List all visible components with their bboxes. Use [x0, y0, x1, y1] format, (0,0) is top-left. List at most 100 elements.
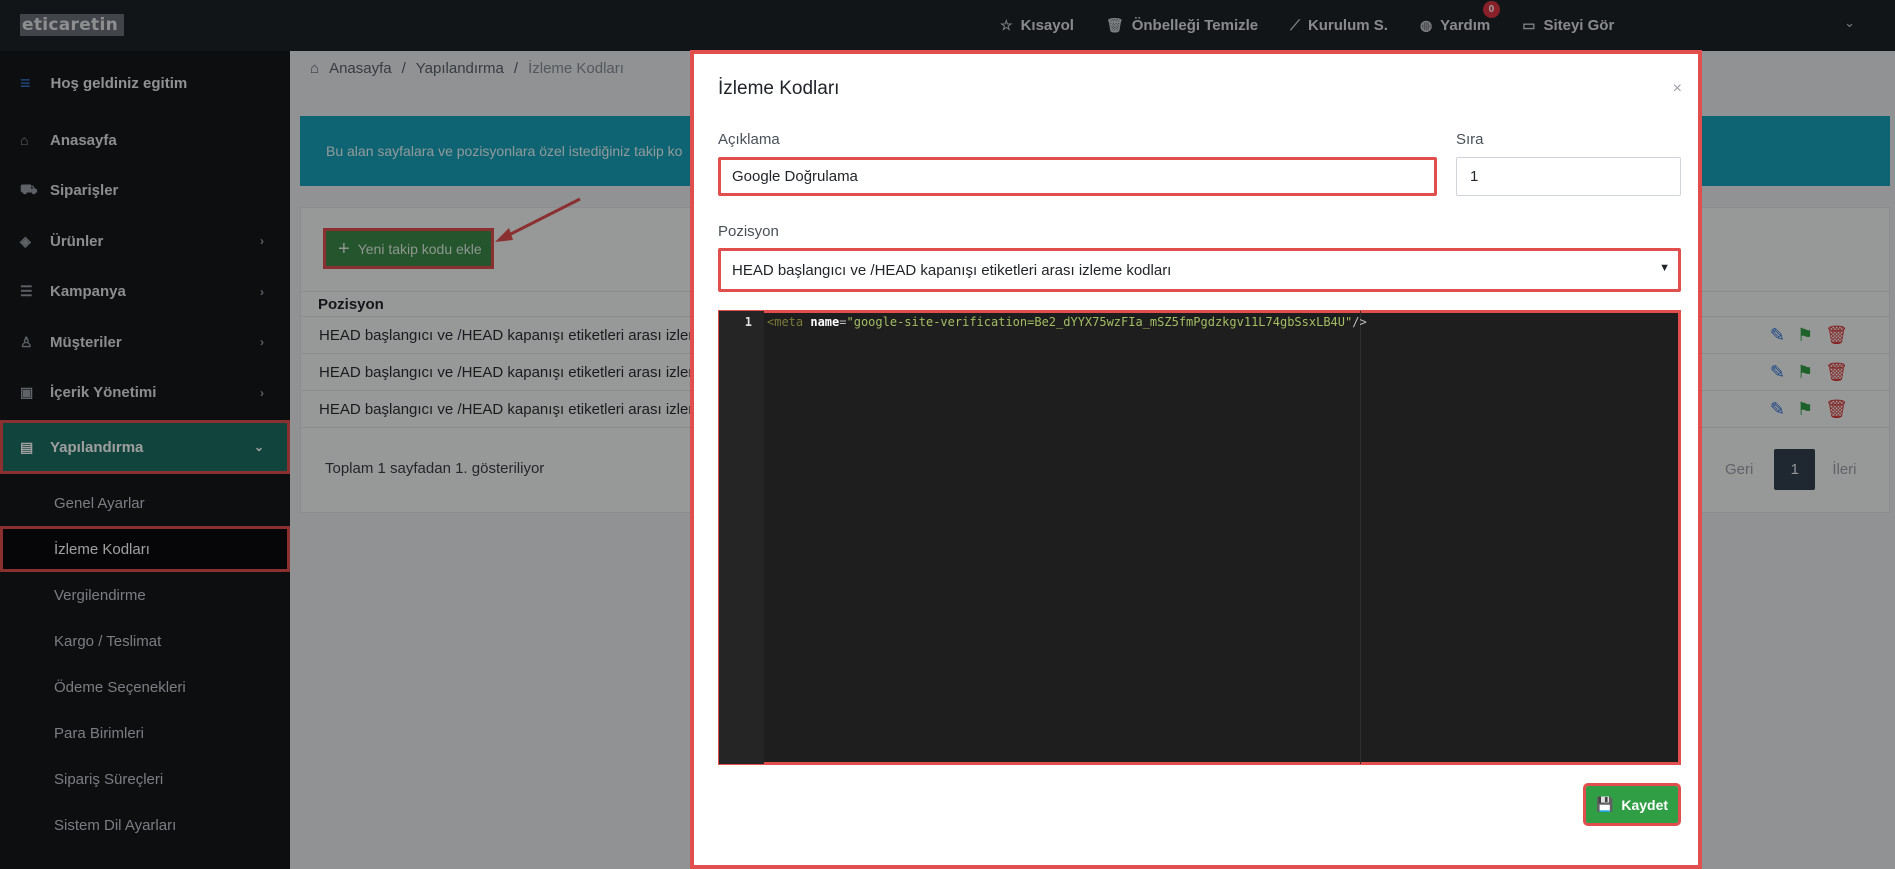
- breadcrumb-config[interactable]: Yapılandırma: [416, 60, 504, 77]
- sidebar-item-siparisler[interactable]: ⛟ Siparişler: [0, 166, 290, 217]
- submenu-item-dil-ayarlari[interactable]: Sistem Dil Ayarları: [0, 802, 290, 848]
- shortcut-button[interactable]: ☆ Kısayol: [1000, 17, 1074, 34]
- submenu-item-kargo[interactable]: Kargo / Teslimat: [0, 618, 290, 664]
- flag-icon[interactable]: ⚑: [1797, 391, 1813, 428]
- sidebar: ≡ Hoş geldiniz egitim ⌂ Anasayfa ⛟ Sipar…: [0, 51, 290, 869]
- chevron-right-icon: ›: [260, 234, 264, 249]
- submenu-item-vergilendirme[interactable]: Vergilendirme: [0, 572, 290, 618]
- submenu-item-genel-ayarlar[interactable]: Genel Ayarlar: [0, 480, 290, 526]
- chevron-right-icon: ›: [260, 335, 264, 350]
- code-close: />: [1352, 315, 1367, 329]
- view-site-label: Siteyi Gör: [1543, 17, 1615, 34]
- add-tracking-code-button[interactable]: + Yeni takip kodu ekle: [323, 228, 494, 269]
- logo[interactable]: eticaretin: [20, 14, 124, 36]
- code-eq: =: [839, 315, 847, 329]
- sidebar-item-label: Anasayfa: [50, 131, 117, 149]
- notification-badge: 0: [1482, 1, 1500, 18]
- sidebar-item-icerik-yonetimi[interactable]: ▣ İçerik Yönetimi ›: [0, 368, 290, 419]
- settings-list-icon: ▤: [20, 438, 34, 455]
- chevron-right-icon: ›: [260, 385, 264, 400]
- monitor-icon: ▭: [1522, 17, 1536, 33]
- flag-icon[interactable]: ⚑: [1797, 317, 1813, 354]
- help-label: Yardım: [1440, 17, 1491, 34]
- sidebar-item-label: Siparişler: [50, 182, 119, 200]
- position-select[interactable]: HEAD başlangıcı ve /HEAD kapanışı etiket…: [718, 248, 1681, 292]
- sidebar-item-label: Yapılandırma: [50, 438, 144, 456]
- code-attr: name: [810, 315, 840, 329]
- sidebar-item-musteriler[interactable]: ♙ Müşteriler ›: [0, 317, 290, 368]
- edit-icon[interactable]: ✎: [1770, 354, 1785, 391]
- save-button[interactable]: 💾 Kaydet: [1583, 783, 1681, 826]
- clear-cache-button[interactable]: 🗑 Önbelleği Temizle: [1106, 17, 1258, 34]
- tracking-code-modal: İzleme Kodları × Açıklama Google Doğrula…: [690, 50, 1702, 869]
- page-button[interactable]: 1: [1774, 449, 1816, 490]
- shortcut-label: Kısayol: [1020, 17, 1074, 34]
- code-editor[interactable]: 1 <meta name="google-site-verification=B…: [718, 310, 1681, 765]
- add-button-label: Yeni takip kodu ekle: [357, 240, 482, 257]
- welcome-text: Hoş geldiniz egitim: [50, 74, 188, 92]
- menu-toggle-icon[interactable]: ≡: [20, 73, 31, 94]
- submenu: Genel Ayarlar İzleme Kodları Vergilendir…: [0, 474, 290, 848]
- position-label: Pozisyon: [718, 223, 779, 240]
- edit-icon[interactable]: ✎: [1770, 391, 1785, 428]
- submenu-item-odeme[interactable]: Ödeme Seçenekleri: [0, 664, 290, 710]
- delete-icon[interactable]: 🗑: [1825, 391, 1848, 428]
- setup-button[interactable]: ⟋ Kurulum S.: [1290, 17, 1388, 34]
- tag-icon: ◈: [20, 232, 31, 249]
- next-page-button[interactable]: İleri: [1832, 461, 1856, 478]
- view-site-button[interactable]: ▭ Siteyi Gör: [1522, 17, 1614, 34]
- globe-icon: ◍: [1419, 17, 1433, 33]
- plus-icon: +: [338, 237, 350, 260]
- breadcrumb-separator: /: [513, 60, 519, 77]
- save-icon: 💾: [1595, 796, 1614, 812]
- breadcrumb-home[interactable]: Anasayfa: [329, 60, 392, 77]
- sidebar-item-yapilandirma[interactable]: ▤ Yapılandırma ⌄: [0, 420, 290, 474]
- save-button-label: Kaydet: [1621, 796, 1669, 813]
- sidebar-item-urunler[interactable]: ◈ Ürünler ›: [0, 216, 290, 267]
- delete-icon[interactable]: 🗑: [1825, 354, 1848, 391]
- code-value: "google-site-verification=Be2_dYYX75wzFI…: [846, 315, 1353, 329]
- breadcrumb-separator: /: [401, 60, 406, 77]
- editor-gutter: 1: [719, 311, 764, 764]
- row-actions: ✎ ⚑ 🗑: [1758, 317, 1848, 354]
- position-selected-value: HEAD başlangıcı ve /HEAD kapanışı etiket…: [732, 261, 1172, 279]
- chevron-down-icon: ⌄: [253, 440, 264, 454]
- description-input[interactable]: Google Doğrulama: [718, 157, 1437, 196]
- home-icon: ⌂: [20, 132, 29, 149]
- sidebar-item-kampanya[interactable]: ☰ Kampanya ›: [0, 267, 290, 318]
- cart-icon: ⛟: [20, 181, 38, 198]
- submenu-item-siparis-surecleri[interactable]: Sipariş Süreçleri: [0, 756, 290, 802]
- chevron-down-icon: ▼: [1659, 262, 1670, 274]
- breadcrumb: ⌂ Anasayfa / Yapılandırma / İzleme Kodla…: [310, 60, 624, 77]
- user-icon: ♙: [20, 333, 33, 350]
- sidebar-item-anasayfa[interactable]: ⌂ Anasayfa: [0, 115, 290, 166]
- sidebar-item-label: Kampanya: [50, 283, 126, 301]
- star-icon: ☆: [1000, 17, 1013, 33]
- content-icon: ▣: [20, 384, 34, 401]
- flag-icon[interactable]: ⚑: [1797, 354, 1813, 391]
- sidebar-item-label: Ürünler: [50, 232, 104, 250]
- submenu-item-izleme-kodlari[interactable]: İzleme Kodları: [0, 526, 290, 572]
- delete-icon[interactable]: 🗑: [1825, 317, 1848, 354]
- chevron-right-icon: ›: [260, 284, 264, 299]
- submenu-item-para-birimleri[interactable]: Para Birimleri: [0, 710, 290, 756]
- close-icon[interactable]: ×: [1673, 80, 1682, 98]
- edit-icon[interactable]: ✎: [1770, 317, 1785, 354]
- trash-icon: 🗑: [1105, 17, 1124, 33]
- breadcrumb-current: İzleme Kodları: [528, 60, 624, 77]
- table-cell-position: HEAD başlangıcı ve /HEAD kapanışı etiket…: [319, 364, 710, 381]
- annotation-arrow: [495, 197, 581, 242]
- description-label: Açıklama: [718, 131, 780, 148]
- prev-page-button[interactable]: Geri: [1725, 461, 1753, 478]
- top-bar: eticaretin ☆ Kısayol 🗑 Önbelleği Temizle…: [0, 0, 1895, 51]
- code-line: <meta name="google-site-verification=Be2…: [767, 315, 1367, 329]
- list-icon: ☰: [20, 283, 33, 300]
- info-text: Bu alan sayfalara ve pozisyonlara özel i…: [326, 143, 683, 159]
- row-actions: ✎ ⚑ 🗑: [1758, 354, 1848, 391]
- chevron-down-icon[interactable]: ⌄: [1844, 15, 1855, 31]
- sidebar-item-label: Müşteriler: [50, 333, 122, 351]
- help-button[interactable]: ◍ Yardım 0: [1419, 1, 1500, 34]
- table-cell-position: HEAD başlangıcı ve /HEAD kapanışı etiket…: [319, 327, 710, 344]
- order-input[interactable]: 1: [1456, 157, 1681, 196]
- welcome-header: ≡ Hoş geldiniz egitim: [0, 51, 290, 115]
